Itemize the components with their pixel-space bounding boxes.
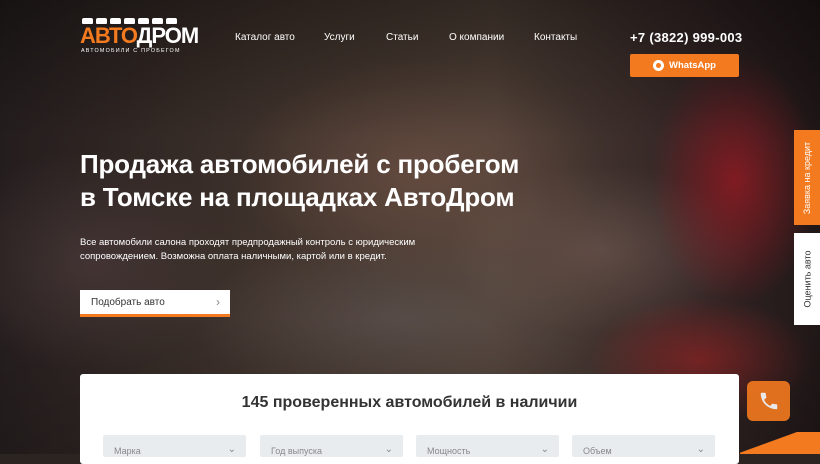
desc-line-2: сопровождением. Возможна оплата наличным… bbox=[80, 251, 387, 262]
desc-line-1: Все автомобили салона проходят предпрода… bbox=[80, 237, 416, 248]
chevron-down-icon: ⌄ bbox=[227, 444, 236, 455]
logo-word-rest: ДРОМ bbox=[136, 23, 199, 48]
filter-volume-placeholder: Объем bbox=[583, 446, 612, 456]
whatsapp-button[interactable]: WhatsApp bbox=[630, 54, 739, 77]
rate-car-tab[interactable]: Оценить авто bbox=[794, 233, 820, 325]
pick-car-label: Подобрать авто bbox=[91, 297, 165, 308]
callback-button[interactable] bbox=[747, 381, 790, 421]
decorative-accent-bar bbox=[740, 432, 820, 454]
nav-about[interactable]: О компании bbox=[449, 32, 504, 43]
logo-tagline: АВТОМОБИЛИ С ПРОБЕГОМ bbox=[81, 48, 181, 54]
chevron-right-icon: › bbox=[216, 295, 220, 309]
filter-make-placeholder: Марка bbox=[114, 446, 141, 456]
nav-contacts[interactable]: Контакты bbox=[534, 32, 577, 43]
site-logo[interactable]: АВТОДРОМ АВТОМОБИЛИ С ПРОБЕГОМ bbox=[80, 18, 199, 58]
credit-request-label: Заявка на кредит bbox=[802, 141, 812, 214]
nav-catalog[interactable]: Каталог авто bbox=[235, 32, 295, 43]
filter-year-placeholder: Год выпуска bbox=[271, 446, 322, 456]
nav-articles[interactable]: Статьи bbox=[386, 32, 418, 43]
page-title: Продажа автомобилей с пробегом в Томске … bbox=[80, 148, 600, 214]
phone-icon bbox=[760, 392, 777, 410]
credit-request-tab[interactable]: Заявка на кредит bbox=[794, 130, 820, 225]
whatsapp-icon bbox=[653, 60, 665, 71]
logo-word-accent: АВТО bbox=[80, 23, 138, 48]
chevron-down-icon: ⌄ bbox=[384, 444, 393, 455]
hero-description: Все автомобили салона проходят предпрода… bbox=[80, 236, 440, 264]
title-line-2: в Томске на площадках АвтоДром bbox=[80, 182, 515, 212]
filter-power-placeholder: Мощность bbox=[427, 446, 471, 456]
pick-car-button[interactable]: Подобрать авто › bbox=[80, 290, 230, 317]
logo-wordmark: АВТОДРОМ bbox=[80, 23, 199, 48]
title-line-1: Продажа автомобилей с пробегом bbox=[80, 149, 520, 179]
whatsapp-label: WhatsApp bbox=[669, 60, 716, 71]
chevron-down-icon: ⌄ bbox=[696, 444, 705, 455]
phone-link[interactable]: +7 (3822) 999-003 bbox=[630, 30, 742, 45]
nav-services[interactable]: Услуги bbox=[324, 32, 355, 43]
search-panel: 145 проверенных автомобилей в наличии Ма… bbox=[80, 374, 739, 464]
rate-car-label: Оценить авто bbox=[802, 250, 813, 308]
search-panel-title: 145 проверенных автомобилей в наличии bbox=[241, 394, 578, 411]
chevron-down-icon: ⌄ bbox=[540, 444, 549, 455]
